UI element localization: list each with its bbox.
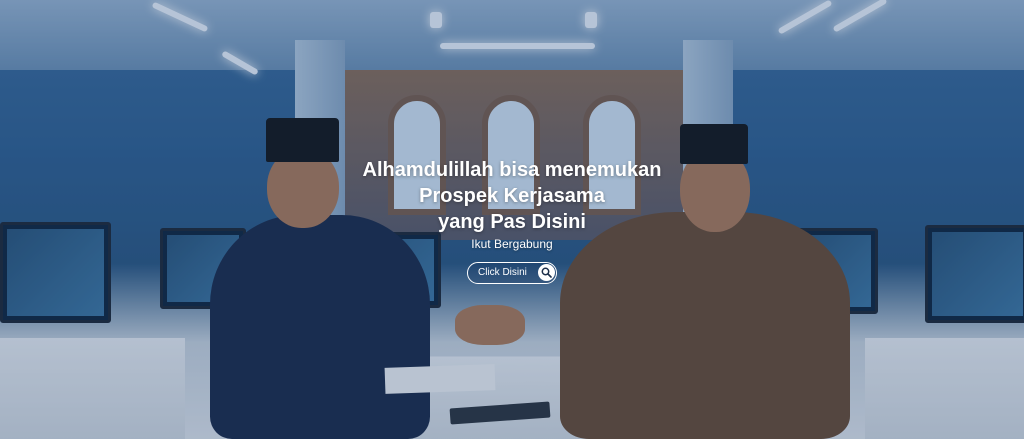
cta-label: Click Disini — [478, 267, 527, 278]
hero-headline-line-3: yang Pas Disini — [438, 211, 586, 233]
hero-headline-line-1: Alhamdulillah bisa menemukan — [362, 159, 662, 181]
hero-headline-line-2: Prospek Kerjasama — [419, 185, 605, 207]
hero-subline: Ikut Bergabung — [471, 237, 553, 251]
hero-banner: Alhamdulillah bisa menemukan Prospek Ker… — [0, 0, 1024, 439]
search-icon — [538, 264, 555, 281]
click-disini-button[interactable]: Click Disini — [467, 262, 557, 284]
hero-headline: Alhamdulillah bisa menemukan Prospek Ker… — [320, 157, 704, 235]
